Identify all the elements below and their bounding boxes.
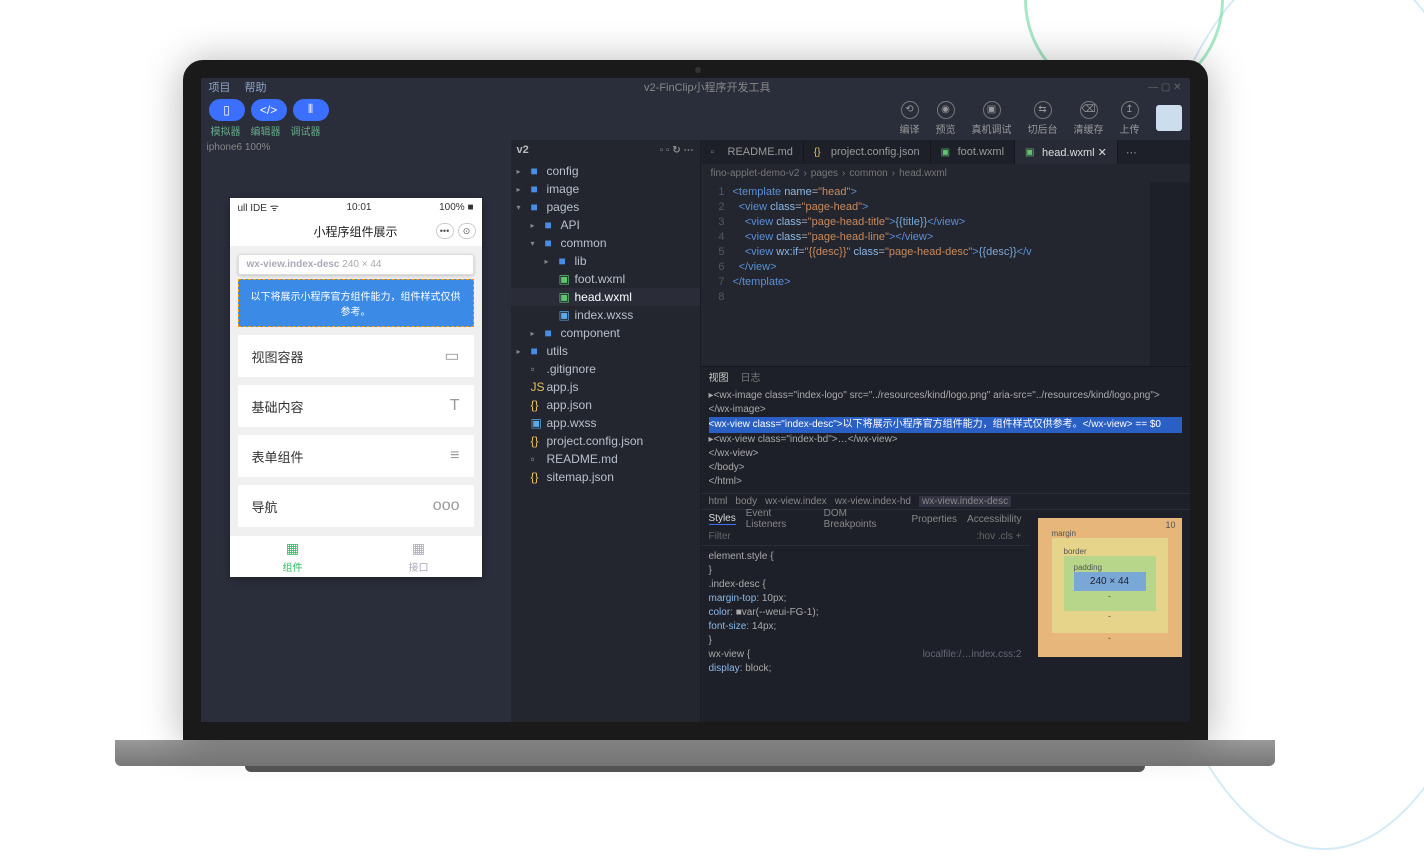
editor-tab[interactable]: ▣foot.wxml: [931, 140, 1015, 164]
styles-filter-opts[interactable]: :hov .cls +: [976, 531, 1021, 542]
tree-item[interactable]: ▸■image: [511, 180, 700, 198]
inspect-tooltip: wx-view.index-desc 240 × 44: [238, 254, 474, 275]
tree-item[interactable]: ▸■API: [511, 216, 700, 234]
toolbar-action-button[interactable]: ⟲编译: [900, 101, 920, 136]
dom-crumb[interactable]: wx-view.index: [765, 496, 827, 507]
devtools-subtab[interactable]: Accessibility: [967, 514, 1021, 525]
tree-item[interactable]: ▸■component: [511, 324, 700, 342]
view-label: 编辑器: [251, 123, 281, 138]
camera-dot: [695, 67, 701, 73]
dom-crumb[interactable]: html: [709, 496, 728, 507]
box-model: margin10 border padding 240 × 44 - -: [1030, 510, 1190, 722]
phone-status-bar: ull IDE ᯤ 10:01 100% ■: [230, 198, 482, 216]
view-simulator-button[interactable]: ▯: [209, 99, 245, 121]
explorer-root[interactable]: v2: [517, 144, 529, 156]
tree-item[interactable]: ▾■common: [511, 234, 700, 252]
tree-item[interactable]: ▸■lib: [511, 252, 700, 270]
explorer-actions[interactable]: ▫ ▫ ↻ ⋯: [660, 145, 694, 156]
window-title: v2-FinClip小程序开发工具: [281, 79, 1135, 95]
view-label: 调试器: [291, 123, 321, 138]
laptop-frame: 项目 帮助 v2-FinClip小程序开发工具 — ▢ ✕ ▯ </> ⫴ 模拟…: [160, 60, 1230, 780]
editor-tab[interactable]: ▫README.md: [701, 140, 804, 164]
simulator-panel: iphone6 100% ull IDE ᯤ 10:01 100% ■ 小程序组…: [201, 140, 511, 722]
devtools-subtab[interactable]: Properties: [911, 514, 957, 525]
styles-filter-input[interactable]: Filter: [709, 531, 731, 542]
tree-item[interactable]: {}sitemap.json: [511, 468, 700, 486]
toolbar: ▯ </> ⫴ 模拟器 编辑器 调试器 ⟲编译 ◉预览 ▣真机调试 ⇆切后台 ⌫清缓存 ↥…: [201, 96, 1190, 140]
list-item[interactable]: 视图容器▭: [238, 335, 474, 377]
devtools-subtab[interactable]: DOM Breakpoints: [824, 508, 902, 530]
ide-window: 项目 帮助 v2-FinClip小程序开发工具 — ▢ ✕ ▯ </> ⫴ 模拟…: [201, 78, 1190, 722]
tree-item[interactable]: ▣index.wxss: [511, 306, 700, 324]
breadcrumb[interactable]: fino-applet-demo-v2 › pages › common › h…: [701, 164, 1190, 182]
editor-panel: ▫README.md{}project.config.json▣foot.wxm…: [701, 140, 1190, 722]
dom-crumb[interactable]: wx-view.index-desc: [919, 496, 1011, 507]
tree-item[interactable]: {}project.config.json: [511, 432, 700, 450]
file-explorer: v2 ▫ ▫ ↻ ⋯ ▸■config ▸■image ▾■pages ▸■AP…: [511, 140, 701, 722]
minimap[interactable]: [1150, 182, 1190, 366]
tree-item[interactable]: JSapp.js: [511, 378, 700, 396]
editor-tab[interactable]: ▣head.wxml ✕: [1015, 140, 1118, 164]
toolbar-action-button[interactable]: ↥上传: [1120, 101, 1140, 136]
editor-tab[interactable]: {}project.config.json: [804, 140, 931, 164]
view-label: 模拟器: [211, 123, 241, 138]
capsule-menu-icon[interactable]: •••: [436, 223, 454, 239]
tree-item[interactable]: {}app.json: [511, 396, 700, 414]
devtools: 视图 日志 ▸<wx-image class="index-logo" src=…: [701, 366, 1190, 722]
capsule-close-icon[interactable]: ⊙: [458, 223, 476, 239]
dom-crumb[interactable]: wx-view.index-hd: [835, 496, 911, 507]
tree-item[interactable]: ▸■config: [511, 162, 700, 180]
view-editor-button[interactable]: </>: [251, 99, 287, 121]
devtools-tab-elements[interactable]: 视图: [709, 369, 729, 384]
laptop-base: [115, 740, 1275, 766]
tree-item[interactable]: ▸■utils: [511, 342, 700, 360]
tree-item[interactable]: ▣foot.wxml: [511, 270, 700, 288]
dom-breadcrumb[interactable]: html body wx-view.index wx-view.index-hd wx-…: [701, 493, 1190, 509]
toolbar-action-button[interactable]: ▣真机调试: [972, 101, 1012, 136]
menu-help[interactable]: 帮助: [245, 79, 267, 95]
tree-item[interactable]: ▣head.wxml: [511, 288, 700, 306]
simulator-device-label[interactable]: iphone6 100%: [201, 140, 511, 158]
tree-item[interactable]: ▫README.md: [511, 450, 700, 468]
window-controls[interactable]: — ▢ ✕: [1148, 82, 1181, 93]
devtools-subtab[interactable]: Event Listeners: [746, 508, 814, 530]
view-debugger-button[interactable]: ⫴: [293, 99, 329, 121]
styles-pane[interactable]: element.style {}.index-desc {</span></di…: [701, 546, 1030, 722]
phone-tab[interactable]: ▦接口: [356, 536, 482, 577]
tree-item[interactable]: ▫.gitignore: [511, 360, 700, 378]
list-item[interactable]: 导航ooo: [238, 485, 474, 527]
phone-frame: ull IDE ᯤ 10:01 100% ■ 小程序组件展示 ••• ⊙ wx: [230, 198, 482, 577]
menu-project[interactable]: 项目: [209, 79, 231, 95]
laptop-foot: [245, 766, 1145, 772]
tree-item[interactable]: ▣app.wxss: [511, 414, 700, 432]
code-editor[interactable]: 12345678 <template name="head"> <view cl…: [701, 182, 1190, 366]
tab-overflow-icon[interactable]: ⋯: [1118, 146, 1145, 159]
devtools-tab-console[interactable]: 日志: [741, 369, 761, 384]
dom-tree[interactable]: ▸<wx-image class="index-logo" src="../re…: [701, 385, 1190, 493]
list-item[interactable]: 基础内容T: [238, 385, 474, 427]
menu-bar: 项目 帮助 v2-FinClip小程序开发工具 — ▢ ✕: [201, 78, 1190, 96]
selected-element[interactable]: 以下将展示小程序官方组件能力，组件样式仅供参考。: [238, 279, 474, 327]
toolbar-action-button[interactable]: ◉预览: [936, 101, 956, 136]
toolbar-action-button[interactable]: ⌫清缓存: [1074, 101, 1104, 136]
tree-item[interactable]: ▾■pages: [511, 198, 700, 216]
dom-crumb[interactable]: body: [735, 496, 757, 507]
toolbar-action-button[interactable]: ⇆切后台: [1028, 101, 1058, 136]
phone-nav-bar: 小程序组件展示 ••• ⊙: [230, 216, 482, 246]
devtools-subtab[interactable]: Styles: [709, 513, 736, 525]
phone-tab[interactable]: ▦组件: [230, 536, 356, 577]
avatar[interactable]: [1156, 105, 1182, 131]
list-item[interactable]: 表单组件≡: [238, 435, 474, 477]
